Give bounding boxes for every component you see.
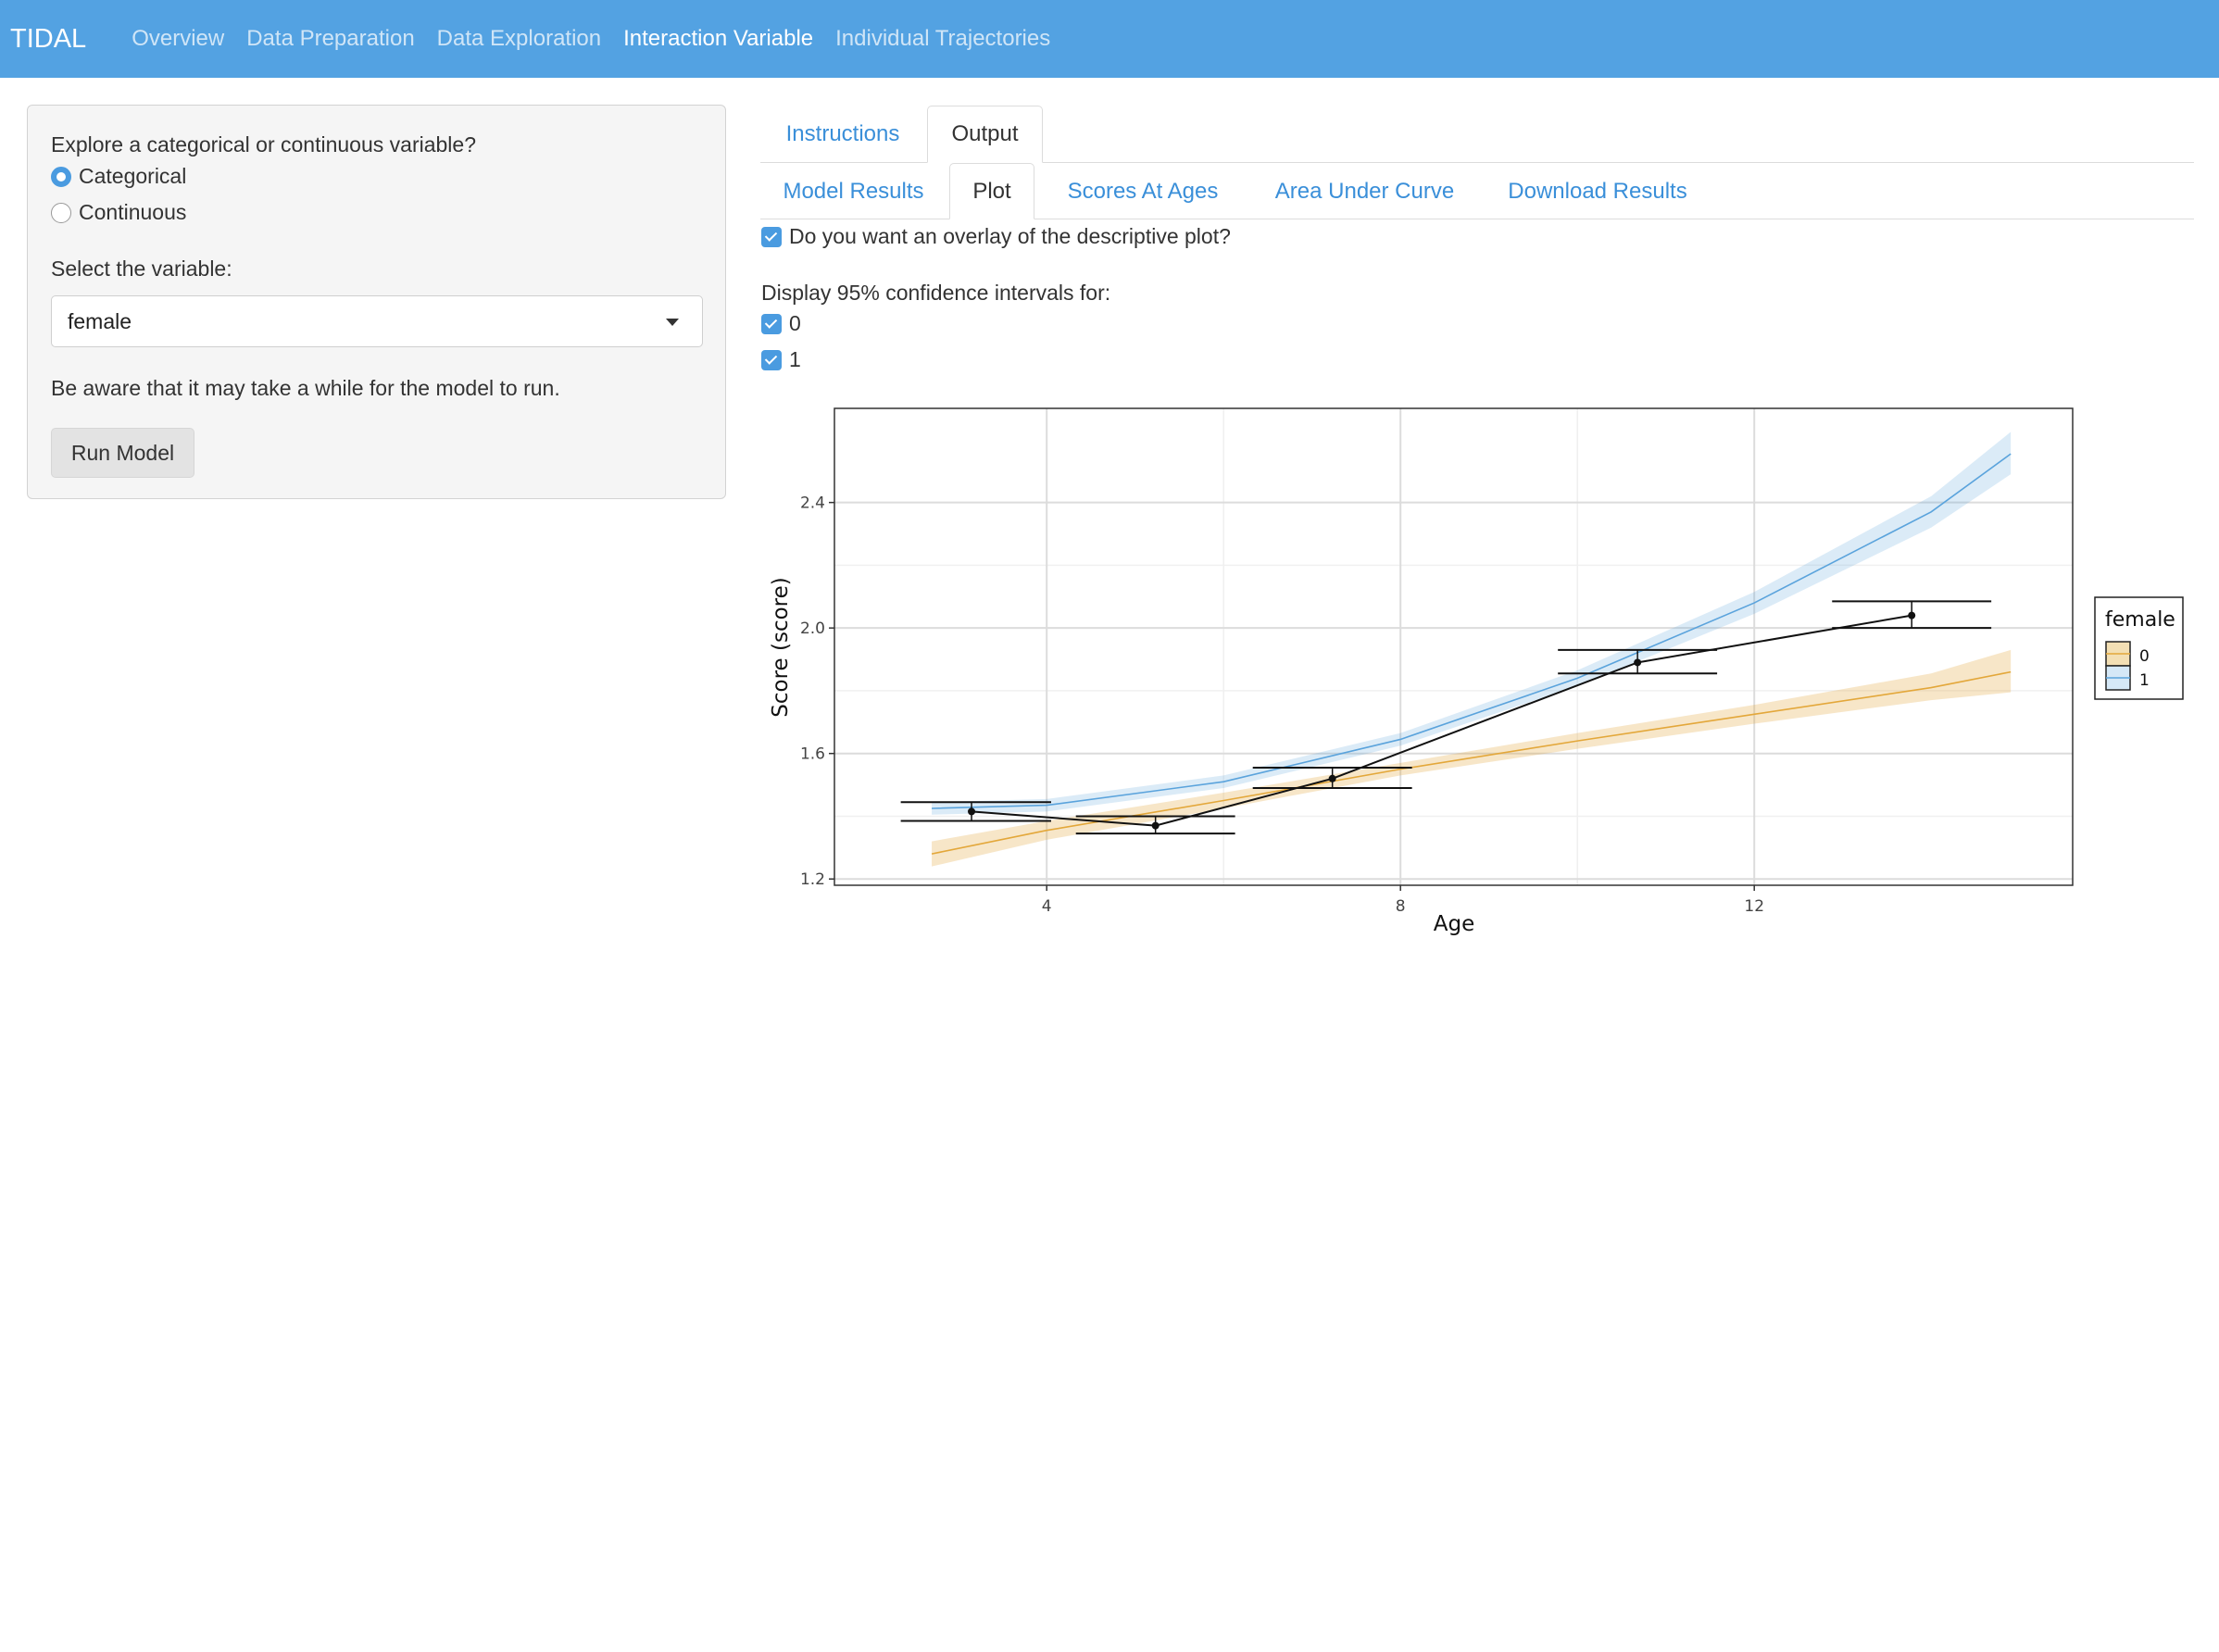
y-tick-label: 2.4 (800, 494, 825, 513)
x-tick-label: 4 (1042, 897, 1052, 916)
nav-data-preparation[interactable]: Data Preparation (246, 26, 414, 52)
tab-area-under-curve[interactable]: Area Under Curve (1251, 163, 1478, 219)
checkbox-checked-icon[interactable] (761, 313, 782, 334)
tab-instructions[interactable]: Instructions (760, 106, 925, 163)
y-tick-label: 1.2 (800, 870, 825, 889)
trajectory-plot: 4 8 12 1.2 1.6 2.0 2.4 Age Score (score) femal… (769, 407, 2184, 936)
ci-checkbox-1-label: 1 (789, 347, 801, 371)
run-model-button[interactable]: Run Model (51, 428, 194, 478)
legend-title: female (2105, 608, 2175, 632)
radio-unselected-icon[interactable] (51, 202, 71, 223)
nav-data-exploration[interactable]: Data Exploration (437, 26, 601, 52)
chevron-down-icon[interactable] (666, 319, 679, 326)
descriptive-point (1151, 821, 1160, 830)
variable-select-value: female (68, 308, 132, 333)
legend: female 0 1 (2094, 596, 2184, 700)
descriptive-point (1908, 611, 1916, 620)
ci-label: Display 95% confidence intervals for: (761, 281, 1111, 305)
x-tick-label: 12 (1744, 897, 1764, 916)
overlay-checkbox-row[interactable]: Do you want an overlay of the descriptiv… (761, 224, 1231, 249)
ci-checkbox-1[interactable]: 1 (761, 347, 801, 372)
model-run-note: Be aware that it may take a while for th… (51, 376, 560, 400)
main-tabs: Instructions Output (760, 105, 2194, 163)
tab-scores-at-ages[interactable]: Scores At Ages (1036, 163, 1249, 219)
variable-type-question: Explore a categorical or continuous vari… (51, 132, 476, 156)
radio-continuous-label: Continuous (79, 200, 187, 224)
plot-background (834, 408, 2073, 885)
checkbox-checked-icon[interactable] (761, 226, 782, 247)
brand-logo[interactable]: TIDAL (10, 24, 86, 55)
descriptive-point (1328, 774, 1336, 782)
y-tick-label: 1.6 (800, 745, 825, 764)
radio-categorical[interactable]: Categorical (51, 164, 186, 189)
select-variable-label: Select the variable: (51, 257, 232, 281)
overlay-checkbox-label: Do you want an overlay of the descriptiv… (789, 224, 1231, 248)
tab-model-results[interactable]: Model Results (760, 163, 947, 219)
sidebar-panel: Explore a categorical or continuous vari… (27, 105, 726, 499)
y-tick-label: 2.0 (800, 620, 825, 638)
nav-overview[interactable]: Overview (132, 26, 224, 52)
descriptive-point (968, 807, 976, 816)
x-axis-label: Age (1434, 912, 1474, 936)
legend-entry-0: 0 (2139, 647, 2150, 666)
y-axis-label: Score (score) (769, 577, 793, 717)
nav-interaction-variable[interactable]: Interaction Variable (623, 26, 813, 52)
ci-checkbox-0-label: 0 (789, 311, 801, 335)
sub-tabs: Model Results Plot Scores At Ages Area U… (760, 162, 2194, 219)
legend-entry-1: 1 (2139, 671, 2150, 690)
descriptive-point (1634, 658, 1642, 667)
radio-continuous[interactable]: Continuous (51, 200, 186, 225)
nav-individual-trajectories[interactable]: Individual Trajectories (835, 26, 1050, 52)
radio-categorical-label: Categorical (79, 164, 187, 188)
tab-plot[interactable]: Plot (949, 163, 1034, 219)
x-tick-label: 8 (1396, 897, 1406, 916)
variable-select[interactable]: female (51, 295, 703, 347)
ci-checkbox-0[interactable]: 0 (761, 311, 801, 336)
tab-output[interactable]: Output (927, 106, 1043, 163)
navbar: TIDAL Overview Data Preparation Data Exp… (0, 0, 2219, 78)
radio-selected-icon[interactable] (51, 166, 71, 187)
checkbox-checked-icon[interactable] (761, 349, 782, 370)
tab-download-results[interactable]: Download Results (1480, 163, 1715, 219)
